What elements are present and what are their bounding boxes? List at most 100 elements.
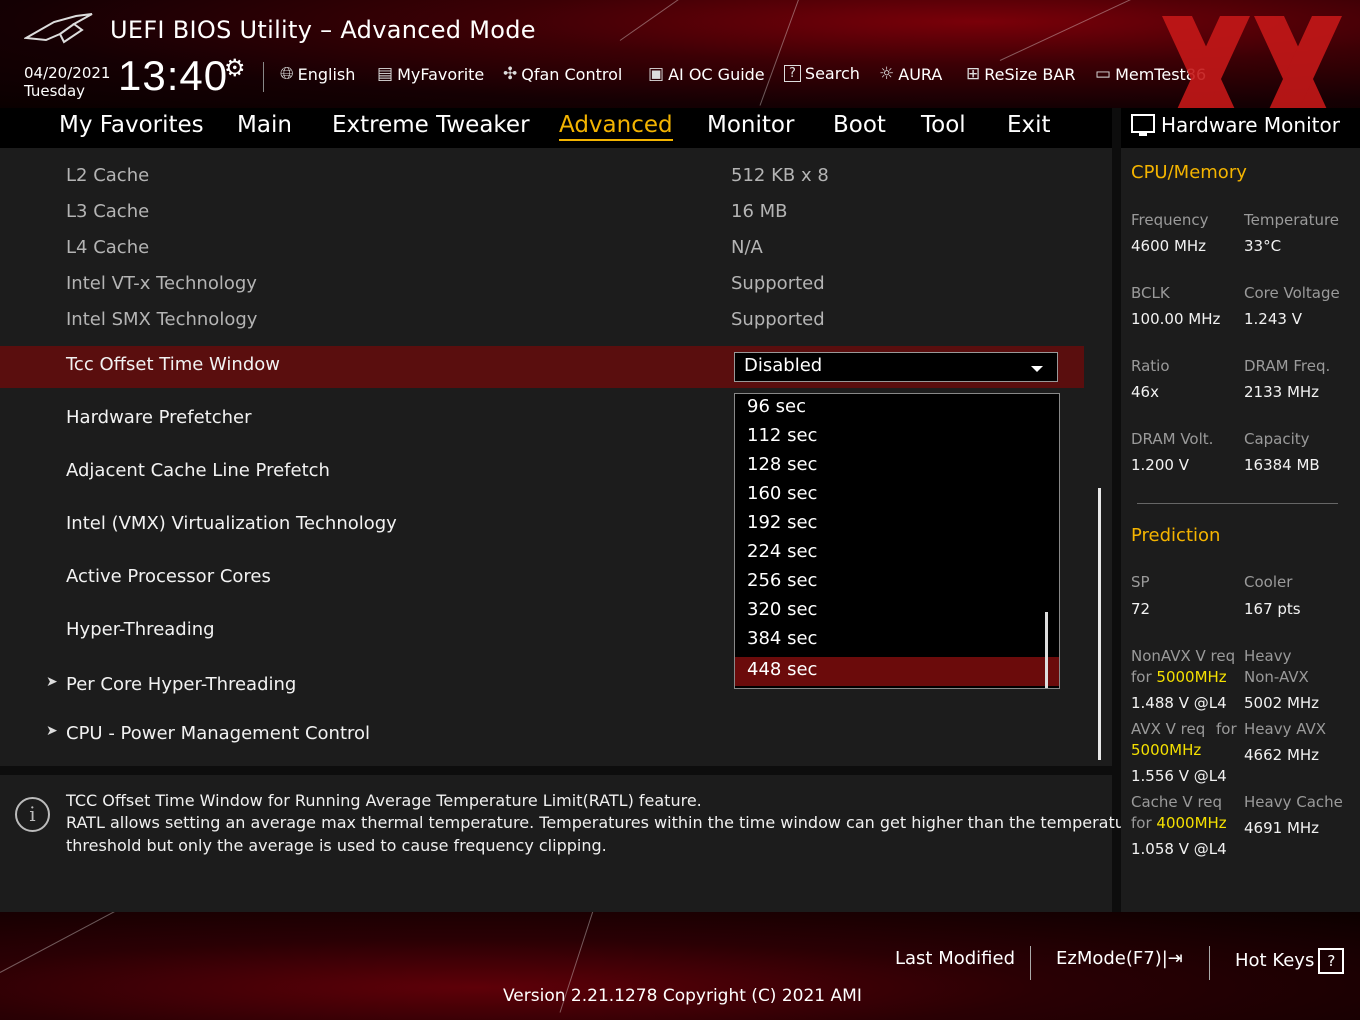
setting-value: Supported xyxy=(731,309,825,330)
version-text: Version 2.21.1278 Copyright (C) 2021 AMI xyxy=(503,986,862,1006)
hw-label: Frequency xyxy=(1131,211,1209,229)
hw-label: Heavy Cache xyxy=(1244,793,1343,811)
chevron-right-icon: ➤ xyxy=(46,674,58,690)
resize-bar-button[interactable]: ⊞ ReSize BAR xyxy=(966,64,1075,84)
for-text: for xyxy=(1131,814,1152,832)
hw-value: 33°C xyxy=(1244,237,1282,255)
decor-streak xyxy=(0,912,213,973)
hardware-monitor-panel: Hardware Monitor CPU/Memory Frequency 46… xyxy=(1121,108,1360,912)
hw-label: Core Voltage xyxy=(1244,284,1340,302)
hw-value: 2133 MHz xyxy=(1244,383,1320,401)
hw-label: Heavy AVX xyxy=(1244,720,1327,738)
hw-value: 1.200 V xyxy=(1131,456,1189,474)
settings-scrollbar[interactable] xyxy=(1098,488,1101,760)
hw-value: 1.488 V @L4 xyxy=(1131,694,1227,712)
hw-label: NonAVX V req xyxy=(1131,647,1236,665)
setting-label: Intel SMX Technology xyxy=(66,309,258,330)
hw-label: AVX V req xyxy=(1131,720,1206,738)
setting-label: Adjacent Cache Line Prefetch xyxy=(66,460,330,481)
dropdown-option[interactable]: 160 sec xyxy=(735,481,1059,510)
hw-label-for: for 5000MHz xyxy=(1131,668,1227,686)
ai-oc-guide-button[interactable]: ▣ AI OC Guide xyxy=(648,64,765,84)
watermark-logo xyxy=(1162,16,1342,108)
for-text: for xyxy=(1216,720,1237,738)
hw-value: 72 xyxy=(1131,600,1151,618)
select-value: Disabled xyxy=(744,355,823,376)
hw-label: Cooler xyxy=(1244,573,1293,591)
dropdown-option[interactable]: 128 sec xyxy=(735,452,1059,481)
exit-arrow-icon: ⇥ xyxy=(1167,948,1183,969)
option-label: 192 sec xyxy=(747,512,818,533)
hw-label: Non-AVX xyxy=(1244,668,1309,686)
dropdown-scrollbar[interactable] xyxy=(1045,612,1048,688)
hw-value: 4691 MHz xyxy=(1244,819,1320,837)
dropdown-option[interactable]: 320 sec xyxy=(735,597,1059,626)
main-nav: My Favorites Main Extreme Tweaker Advanc… xyxy=(0,108,1112,148)
hw-value: 1.058 V @L4 xyxy=(1131,840,1227,858)
favorite-icon: ▤ xyxy=(377,64,394,84)
divider xyxy=(263,62,264,92)
globe-icon: 🌐︎ xyxy=(280,64,294,84)
divider xyxy=(1030,946,1031,980)
setting-label: Hardware Prefetcher xyxy=(66,407,252,428)
aura-light-icon: ☼ xyxy=(879,64,895,84)
decor-streak xyxy=(619,0,834,41)
tab-tool[interactable]: Tool xyxy=(921,112,966,138)
divider xyxy=(1209,946,1210,980)
option-label: 112 sec xyxy=(747,425,818,446)
dropdown-option[interactable]: 256 sec xyxy=(735,568,1059,597)
search-button[interactable]: ? Search xyxy=(784,64,860,83)
hw-value: 100.00 MHz xyxy=(1131,310,1221,328)
setting-label: Intel (VMX) Virtualization Technology xyxy=(66,513,397,534)
dropdown-option[interactable]: 112 sec xyxy=(735,423,1059,452)
myfavorite-button[interactable]: ▤ MyFavorite xyxy=(377,64,484,84)
help-text: threshold but only the average is used t… xyxy=(66,836,607,855)
tab-boot[interactable]: Boot xyxy=(833,112,886,138)
gear-icon[interactable]: ⚙ xyxy=(224,54,246,82)
chip-icon: ▣ xyxy=(648,64,665,84)
tab-main[interactable]: Main xyxy=(237,112,292,138)
dropdown-list[interactable]: 96 sec 112 sec 128 sec 160 sec 192 sec 2… xyxy=(734,393,1060,689)
tab-extreme-tweaker[interactable]: Extreme Tweaker xyxy=(332,112,530,138)
tab-exit[interactable]: Exit xyxy=(1007,112,1051,138)
section-heading-prediction: Prediction xyxy=(1131,525,1221,546)
help-box-icon: ? xyxy=(1318,948,1345,974)
option-label: 320 sec xyxy=(747,599,818,620)
last-modified-button[interactable]: Last Modified xyxy=(895,948,1015,969)
hw-value: 167 pts xyxy=(1244,600,1301,618)
option-label: 384 sec xyxy=(747,628,818,649)
monitor-icon xyxy=(1131,114,1155,136)
hot-keys-button[interactable]: Hot Keys? xyxy=(1235,948,1345,974)
tab-advanced[interactable]: Advanced xyxy=(559,112,673,141)
hw-value: 46x xyxy=(1131,383,1159,401)
dropdown-option[interactable]: 192 sec xyxy=(735,510,1059,539)
dropdown-option-selected[interactable]: 448 sec xyxy=(735,657,1059,686)
language-label: English xyxy=(297,64,356,84)
help-panel: i TCC Offset Time Window for Running Ave… xyxy=(0,775,1141,912)
setting-label: L3 Cache xyxy=(66,201,150,222)
tab-my-favorites[interactable]: My Favorites xyxy=(59,112,204,138)
day-display: Tuesday xyxy=(24,82,86,100)
tcc-offset-time-window-select[interactable]: Disabled xyxy=(734,352,1058,382)
setting-value: 512 KB x 8 xyxy=(731,165,829,186)
hw-value: 4662 MHz xyxy=(1244,746,1320,764)
hw-label-for: for 4000MHz xyxy=(1131,814,1227,832)
hw-label: Ratio xyxy=(1131,357,1170,375)
ezmode-button[interactable]: EzMode(F7)|⇥ xyxy=(1056,948,1183,969)
search-label: Search xyxy=(804,64,860,83)
setting-value: Supported xyxy=(731,273,825,294)
chevron-down-icon xyxy=(1031,366,1043,372)
language-button[interactable]: 🌐︎ English xyxy=(280,64,355,84)
aura-button[interactable]: ☼ AURA xyxy=(879,64,942,84)
option-label: 128 sec xyxy=(747,454,818,475)
tab-monitor[interactable]: Monitor xyxy=(707,112,794,138)
dropdown-option[interactable]: 384 sec xyxy=(735,626,1059,655)
dropdown-option[interactable]: 96 sec xyxy=(735,394,1059,423)
header-bar: UEFI BIOS Utility – Advanced Mode 04/20/… xyxy=(0,0,1360,108)
qfan-control-button[interactable]: ✣ Qfan Control xyxy=(503,64,622,84)
hw-label: Temperature xyxy=(1244,211,1340,229)
setting-label: Per Core Hyper-Threading xyxy=(66,674,297,695)
for-text: for xyxy=(1131,668,1152,686)
fan-icon: ✣ xyxy=(503,64,518,84)
dropdown-option[interactable]: 224 sec xyxy=(735,539,1059,568)
